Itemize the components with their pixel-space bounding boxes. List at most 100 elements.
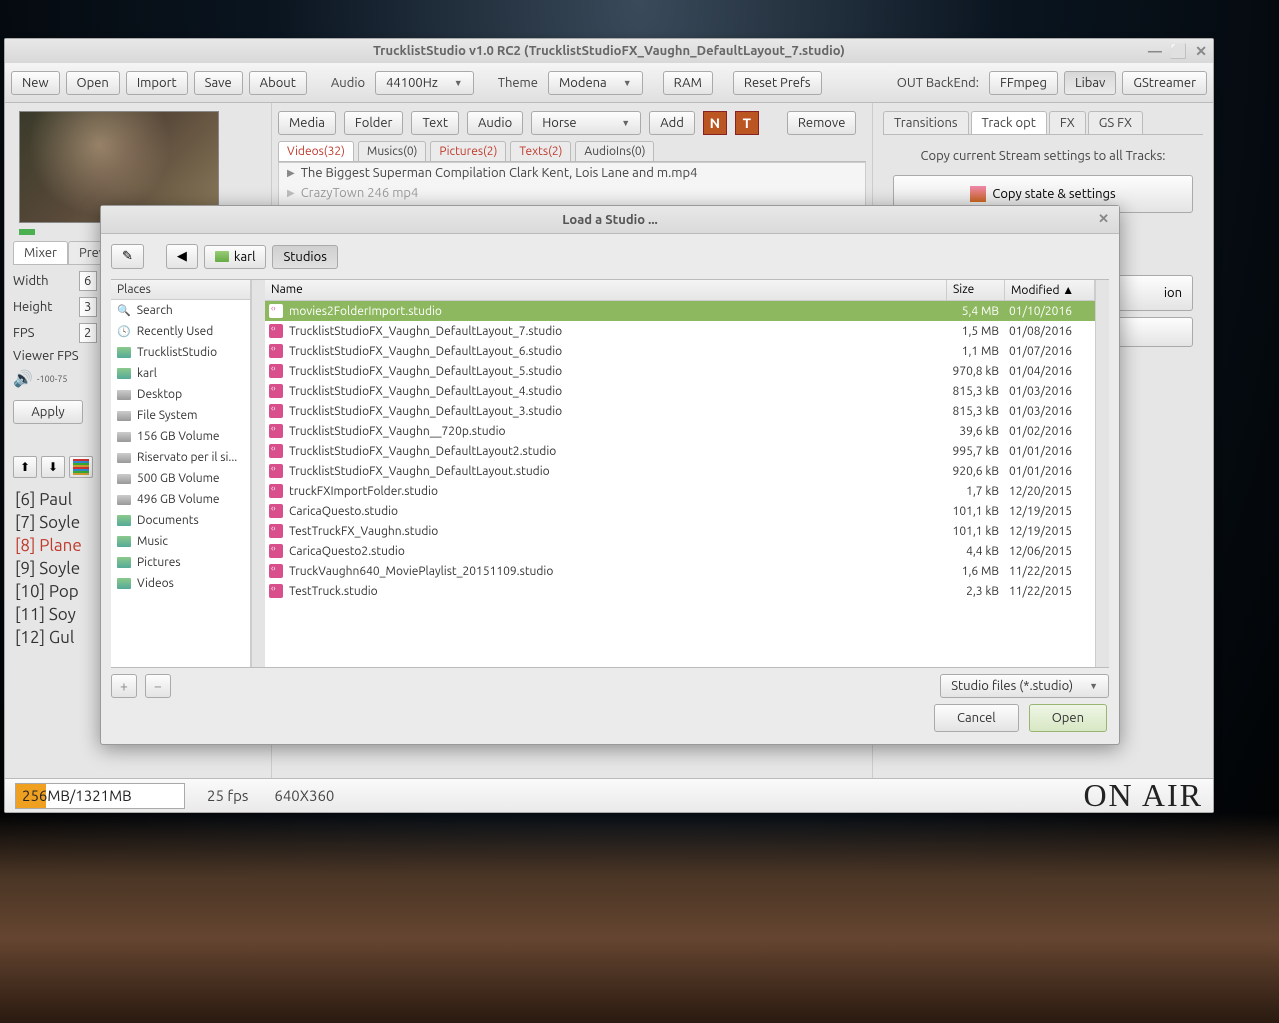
file-row[interactable]: TrucklistStudioFX_Vaughn_DefaultLayout_4… bbox=[265, 381, 1095, 401]
folder-button[interactable]: Folder bbox=[344, 111, 404, 135]
studio-file-icon bbox=[269, 304, 283, 318]
place-item[interactable]: Music bbox=[111, 531, 250, 552]
column-name[interactable]: Name bbox=[265, 280, 947, 300]
reset-prefs-button[interactable]: Reset Prefs bbox=[733, 71, 822, 95]
place-item[interactable]: Videos bbox=[111, 573, 250, 594]
close-button[interactable]: ✕ bbox=[1195, 43, 1207, 60]
file-row[interactable]: TrucklistStudioFX_Vaughn_DefaultLayout_5… bbox=[265, 361, 1095, 381]
file-row[interactable]: CaricaQuesto2.studio4,4 kB12/06/2015 bbox=[265, 541, 1095, 561]
filter-combo[interactable]: Studio files (*.studio)▼ bbox=[940, 674, 1109, 698]
file-row[interactable]: TrucklistStudioFX_Vaughn_DefaultLayout2.… bbox=[265, 441, 1095, 461]
audio-label: Audio bbox=[327, 76, 369, 90]
place-item[interactable]: Documents bbox=[111, 510, 250, 531]
place-item[interactable]: File System bbox=[111, 405, 250, 426]
height-field[interactable]: 3 bbox=[79, 297, 97, 317]
tool-icon-b[interactable]: T bbox=[735, 111, 759, 135]
tab-transitions[interactable]: Transitions bbox=[883, 111, 969, 134]
add-place-button[interactable]: + bbox=[111, 674, 137, 698]
place-item[interactable]: karl bbox=[111, 363, 250, 384]
file-row[interactable]: CaricaQuesto.studio101,1 kB12/19/2015 bbox=[265, 501, 1095, 521]
remove-place-button[interactable]: − bbox=[145, 674, 171, 698]
path-segment-studios[interactable]: Studios bbox=[272, 245, 337, 269]
file-row[interactable]: TrucklistStudioFX_Vaughn_DefaultLayout.s… bbox=[265, 461, 1095, 481]
file-modified: 01/04/2016 bbox=[1005, 365, 1095, 378]
ffmpeg-button[interactable]: FFmpeg bbox=[989, 71, 1058, 95]
file-modified: 01/10/2016 bbox=[1005, 305, 1095, 318]
text-button[interactable]: Text bbox=[411, 111, 458, 135]
place-item[interactable]: Recently Used bbox=[111, 321, 250, 342]
libav-button[interactable]: Libav bbox=[1064, 71, 1116, 95]
close-icon[interactable]: ✕ bbox=[1098, 212, 1109, 227]
tab-videos[interactable]: Videos(32) bbox=[278, 141, 354, 161]
maximize-button[interactable]: ⬜ bbox=[1170, 43, 1187, 60]
pencil-button[interactable]: ✎ bbox=[111, 244, 144, 269]
path-segment-karl[interactable]: karl bbox=[204, 245, 267, 269]
file-row[interactable]: TrucklistStudioFX_Vaughn_DefaultLayout_3… bbox=[265, 401, 1095, 421]
back-button[interactable]: ◀ bbox=[166, 244, 198, 269]
file-row[interactable]: TrucklistStudioFX_Vaughn__720p.studio39,… bbox=[265, 421, 1095, 441]
file-name: TrucklistStudioFX_Vaughn__720p.studio bbox=[289, 425, 506, 438]
places-scrollbar[interactable] bbox=[251, 280, 265, 667]
fps-field[interactable]: 2 bbox=[79, 323, 97, 343]
place-item[interactable]: Pictures bbox=[111, 552, 250, 573]
place-label: 496 GB Volume bbox=[137, 493, 220, 506]
file-row[interactable]: TestTruck.studio2,3 kB11/22/2015 bbox=[265, 581, 1095, 601]
drive-icon bbox=[117, 411, 131, 421]
about-button[interactable]: About bbox=[249, 71, 307, 95]
file-row[interactable]: TrucklistStudioFX_Vaughn_DefaultLayout_6… bbox=[265, 341, 1095, 361]
color-bars-button[interactable] bbox=[69, 456, 93, 478]
move-up-button[interactable]: ⬆ bbox=[13, 456, 37, 478]
folder-icon bbox=[215, 251, 229, 262]
place-item[interactable]: Riservato per il si... bbox=[111, 447, 250, 468]
place-item[interactable]: Desktop bbox=[111, 384, 250, 405]
cancel-button[interactable]: Cancel bbox=[934, 704, 1019, 732]
column-modified[interactable]: Modified ▲ bbox=[1005, 280, 1095, 300]
place-item[interactable]: 496 GB Volume bbox=[111, 489, 250, 510]
file-row[interactable]: TruckVaughn640_MoviePlaylist_20151109.st… bbox=[265, 561, 1095, 581]
width-field[interactable]: 6 bbox=[79, 271, 97, 291]
file-row[interactable]: TrucklistStudioFX_Vaughn_DefaultLayout_7… bbox=[265, 321, 1095, 341]
save-button[interactable]: Save bbox=[194, 71, 243, 95]
add-button[interactable]: Add bbox=[649, 111, 695, 135]
tab-pictures[interactable]: Pictures(2) bbox=[430, 141, 506, 161]
tab-musics[interactable]: Musics(0) bbox=[358, 141, 427, 161]
place-item[interactable]: Search bbox=[111, 300, 250, 321]
theme-combo[interactable]: Modena▼ bbox=[548, 71, 643, 95]
file-size: 920,6 kB bbox=[947, 465, 1005, 478]
tool-icon-a[interactable]: N bbox=[703, 111, 727, 135]
gstreamer-button[interactable]: GStreamer bbox=[1122, 71, 1207, 95]
open-file-button[interactable]: Open bbox=[1029, 704, 1107, 732]
file-list[interactable]: movies2FolderImport.studio5,4 MB01/10/20… bbox=[265, 301, 1095, 667]
file-name: TestTruck.studio bbox=[289, 585, 378, 598]
tab-gsfx[interactable]: GS FX bbox=[1088, 111, 1143, 134]
place-label: Riservato per il si... bbox=[137, 451, 237, 464]
tab-texts[interactable]: Texts(2) bbox=[510, 141, 571, 161]
media-button[interactable]: Media bbox=[278, 111, 336, 135]
place-item[interactable]: 156 GB Volume bbox=[111, 426, 250, 447]
tab-fx[interactable]: FX bbox=[1049, 111, 1086, 134]
file-list-scrollbar[interactable] bbox=[1095, 280, 1109, 667]
horse-combo[interactable]: Horse▼ bbox=[531, 111, 641, 135]
audio-button[interactable]: Audio bbox=[467, 111, 523, 135]
remove-button[interactable]: Remove bbox=[787, 111, 857, 135]
tab-mixer[interactable]: Mixer bbox=[13, 241, 68, 264]
tab-trackopt[interactable]: Track opt bbox=[971, 111, 1047, 134]
file-row[interactable]: truckFXImportFolder.studio1,7 kB12/20/20… bbox=[265, 481, 1095, 501]
file-row[interactable]: movies2FolderImport.studio5,4 MB01/10/20… bbox=[265, 301, 1095, 321]
column-size[interactable]: Size bbox=[947, 280, 1005, 300]
status-fps: 25 fps bbox=[203, 787, 252, 804]
place-label: Desktop bbox=[137, 388, 182, 401]
tab-audioins[interactable]: AudioIns(0) bbox=[575, 141, 654, 161]
file-row[interactable]: TestTruckFX_Vaughn.studio101,1 kB12/19/2… bbox=[265, 521, 1095, 541]
place-item[interactable]: 500 GB Volume bbox=[111, 468, 250, 489]
move-down-button[interactable]: ⬇ bbox=[41, 456, 65, 478]
import-button[interactable]: Import bbox=[126, 71, 188, 95]
open-button[interactable]: Open bbox=[66, 71, 120, 95]
apply-button[interactable]: Apply bbox=[13, 400, 83, 424]
ram-button[interactable]: RAM bbox=[663, 71, 713, 95]
new-button[interactable]: New bbox=[11, 71, 60, 95]
on-air-label: ON AIR bbox=[1083, 777, 1203, 814]
minimize-button[interactable]: — bbox=[1148, 43, 1162, 60]
audio-combo[interactable]: 44100Hz▼ bbox=[375, 71, 474, 95]
place-item[interactable]: TrucklistStudio bbox=[111, 342, 250, 363]
